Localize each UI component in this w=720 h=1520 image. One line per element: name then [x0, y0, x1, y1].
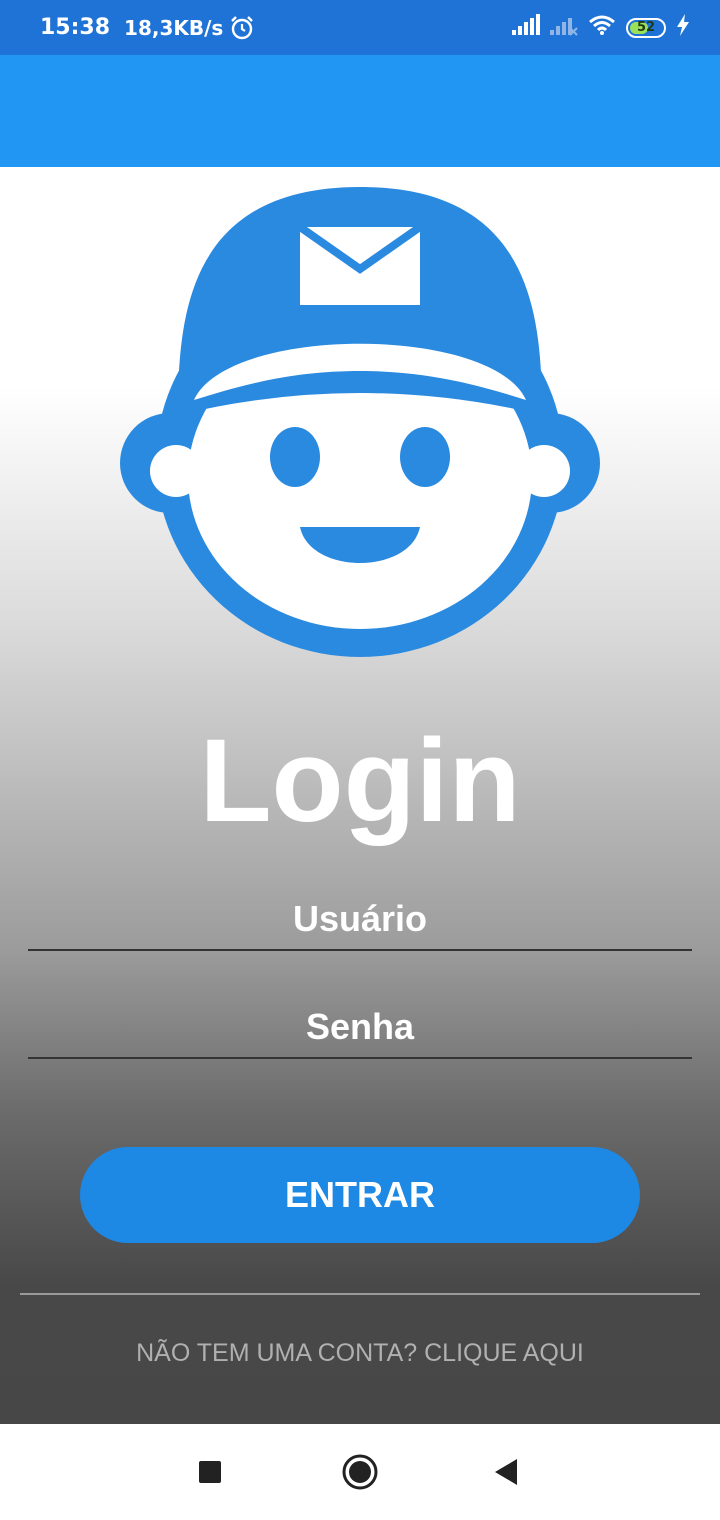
alarm-icon [229, 15, 255, 41]
login-button[interactable]: ENTRAR [80, 1147, 640, 1243]
charging-icon [676, 14, 690, 41]
password-placeholder: Senha [305, 1006, 415, 1047]
wifi-icon [588, 14, 616, 41]
battery-level: 52 [636, 20, 656, 35]
login-screen: Login Usuário Senha ENTRAR NÃO TEM UMA C… [0, 167, 720, 1424]
mailman-logo-icon [118, 185, 602, 672]
status-bar: 15:38 18,3KB/s 52 [0, 0, 720, 55]
navigation-bar [0, 1424, 720, 1520]
home-icon[interactable] [341, 1424, 379, 1520]
battery-icon: 52 [626, 17, 666, 38]
username-placeholder: Usuário [292, 898, 428, 939]
signal-icon [512, 14, 540, 41]
signup-link[interactable]: NÃO TEM UMA CONTA? CLIQUE AQUI [0, 1339, 720, 1368]
username-field[interactable]: Usuário [28, 889, 692, 951]
password-field[interactable]: Senha [28, 997, 692, 1059]
app-bar [0, 55, 720, 167]
network-speed: 18,3KB/s [124, 15, 224, 40]
recents-icon[interactable] [198, 1424, 222, 1520]
back-icon[interactable] [494, 1424, 518, 1520]
page-title: Login [199, 715, 521, 847]
clock: 15:38 [40, 15, 111, 40]
divider [20, 1293, 700, 1295]
signal-muted-icon [550, 14, 578, 41]
